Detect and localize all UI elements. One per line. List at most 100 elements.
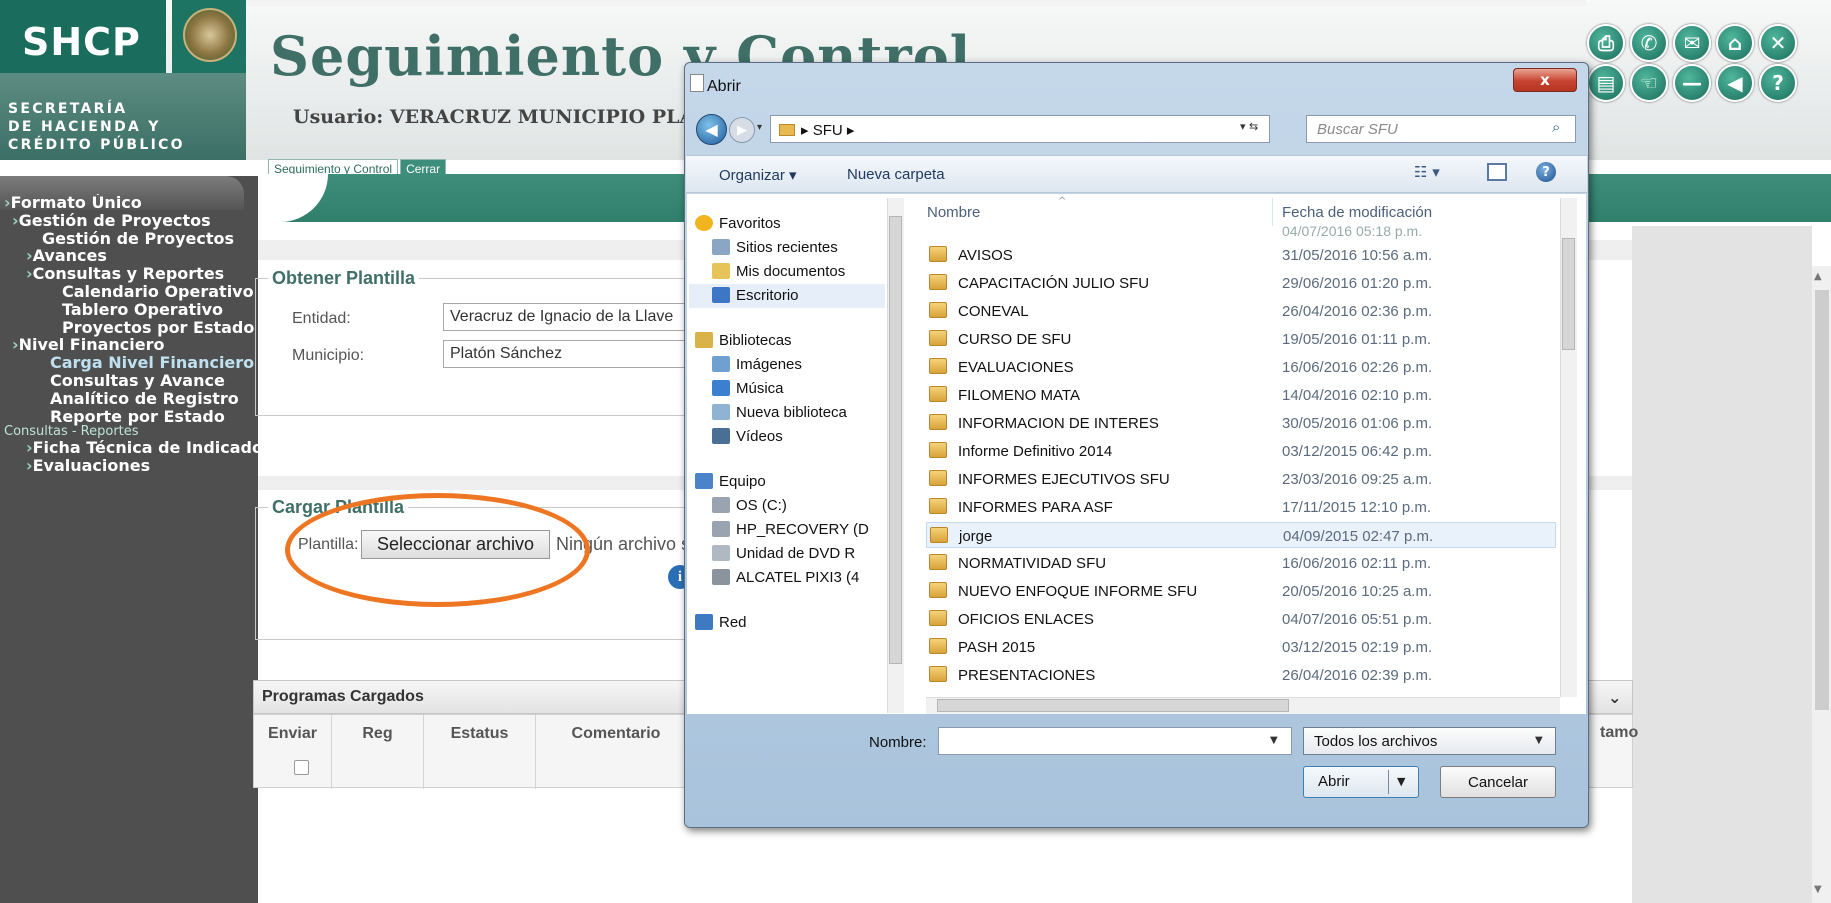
search-icon[interactable]: ⌕ (1552, 118, 1560, 136)
sidebar-item-evaluaciones[interactable]: ›Evaluaciones (4, 457, 258, 475)
sidebar-item-calendario[interactable]: Calendario Operativo (4, 283, 258, 301)
scroll-up-arrow-icon[interactable]: ▲ (1814, 271, 1822, 282)
nav-item[interactable]: Equipo (689, 470, 885, 494)
file-row[interactable]: INFORMACION DE INTERES 30/05/2016 01:06 p… (926, 410, 1556, 436)
address-dropdown-refresh-icon[interactable]: ▾ ⇆ (1240, 120, 1258, 133)
nav-item[interactable]: Bibliotecas (689, 329, 885, 353)
nav-item[interactable]: OS (C:) (689, 494, 885, 518)
filename-label: Nombre: (869, 734, 927, 751)
drive-icon (712, 521, 730, 537)
sidebar-item-avances[interactable]: ›Avances (4, 247, 258, 265)
column-date-header[interactable]: Fecha de modificación (1282, 204, 1432, 221)
nav-item[interactable]: Nueva biblioteca (689, 401, 885, 425)
col-estatus[interactable]: Estatus (424, 715, 536, 789)
mail-icon[interactable]: ✉ (1673, 24, 1711, 62)
filter-dropdown-icon[interactable]: ▼ (1535, 735, 1543, 746)
phone-icon[interactable]: ✆ (1630, 24, 1668, 62)
nav-item[interactable]: Favoritos (689, 212, 885, 236)
folder-icon (929, 554, 947, 570)
back-arrow-icon[interactable]: ◀ (696, 114, 727, 145)
nav-item[interactable]: Red (689, 611, 885, 635)
page-scrollbar-thumb[interactable] (1815, 290, 1829, 710)
minus-icon[interactable]: — (1673, 64, 1711, 102)
help-icon[interactable]: ? (1759, 64, 1797, 102)
column-name-header[interactable]: Nombre (927, 204, 980, 221)
printer-icon[interactable]: ⎙ (1587, 24, 1625, 62)
sidebar-item-tablero[interactable]: Tablero Operativo (4, 300, 258, 319)
sidebar-item-analitico[interactable]: Analítico de Registro (4, 389, 258, 408)
nav-item-label: HP_RECOVERY (D (736, 521, 869, 538)
nav-item[interactable]: Sitios recientes (689, 236, 885, 260)
nav-item[interactable]: ALCATEL PIXI3 (4 (689, 566, 885, 590)
file-row[interactable]: PASH 2015 03/12/2015 02:19 p.m. (926, 634, 1556, 660)
nav-item[interactable]: Mis documentos (689, 260, 885, 284)
forward-arrow-icon[interactable]: ▶ (729, 117, 755, 143)
file-type-select[interactable]: Todos los archivos (1303, 727, 1556, 755)
municipio-field[interactable]: Platón Sánchez (443, 340, 696, 368)
sidebar-item-consultas-avance[interactable]: Consultas y Avance (4, 372, 258, 390)
nav-item[interactable]: Vídeos (689, 425, 885, 449)
file-row[interactable]: FILOMENO MATA 14/04/2016 02:10 p.m. (926, 382, 1556, 408)
file-row[interactable]: jorge 04/09/2015 02:47 p.m. (926, 522, 1556, 548)
search-input[interactable]: Buscar SFU (1306, 115, 1576, 143)
nav-item[interactable]: Escritorio (689, 284, 885, 308)
sidebar-item-formato-unico[interactable]: ›Formato Único (4, 194, 258, 212)
nav-scrollbar-thumb[interactable] (889, 216, 902, 664)
dialog-close-button[interactable]: x (1513, 68, 1577, 92)
file-row[interactable]: INFORMES EJECUTIVOS SFU 23/03/2016 09:25 … (926, 466, 1556, 492)
home-icon[interactable]: ⌂ (1716, 24, 1754, 62)
filename-input[interactable] (938, 727, 1292, 755)
file-row[interactable]: OFICIOS ENLACES 04/07/2016 05:51 p.m. (926, 606, 1556, 632)
sidebar-item-nivel-financiero[interactable]: ›Nivel Financiero (4, 336, 258, 354)
enviar-checkbox[interactable] (294, 760, 309, 775)
entidad-field[interactable]: Veracruz de Ignacio de la Llave (443, 303, 696, 331)
chevron-down-icon[interactable]: ⌄ (1608, 688, 1621, 707)
file-row[interactable]: NUEVO ENFOQUE INFORME SFU 20/05/2016 10:2… (926, 578, 1556, 604)
sidebar-item-gestion-proyectos[interactable]: ›Gestión de Proyectos (4, 211, 258, 230)
file-date: 16/06/2016 02:11 p.m. (1282, 555, 1432, 572)
help-icon[interactable]: ? (1536, 162, 1556, 182)
sidebar-item-consultas-reportes-small[interactable]: Consultas - Reportes (4, 425, 258, 439)
back-icon[interactable]: ◀ (1716, 64, 1754, 102)
breadcrumb-sfu[interactable]: SFU (813, 122, 843, 139)
sidebar-item-ficha-tecnica[interactable]: ›Ficha Técnica de Indicadores (4, 439, 258, 457)
organize-button[interactable]: Organizar ▾ (719, 166, 797, 184)
list-scrollbar-thumb[interactable] (1562, 238, 1575, 350)
file-row[interactable]: EVALUACIONES 16/06/2016 02:26 p.m. (926, 354, 1556, 380)
col-comentario[interactable]: Comentario (536, 715, 696, 789)
col-reg[interactable]: Reg (332, 715, 424, 789)
nav-item[interactable]: Imágenes (689, 353, 885, 377)
horizontal-scrollbar-thumb[interactable] (937, 699, 1289, 712)
sidebar-item-proyectos-estado[interactable]: Proyectos por Estado (4, 318, 258, 337)
scroll-down-arrow-icon[interactable]: ▼ (1814, 884, 1822, 895)
view-options-icon[interactable]: ☷ ▾ (1414, 163, 1440, 181)
clipboard-icon[interactable]: ▤ (1587, 64, 1625, 102)
file-row[interactable]: INFORMES PARA ASF 17/11/2015 12:10 p.m. (926, 494, 1556, 520)
sidebar-item-carga-nivel[interactable]: Carga Nivel Financiero (4, 354, 258, 372)
open-options-dropdown-icon[interactable]: ▼ (1397, 775, 1405, 788)
cancel-button[interactable]: Cancelar (1440, 766, 1556, 798)
folder-icon (929, 470, 947, 486)
sidebar-item-reporte-estado[interactable]: Reporte por Estado (4, 407, 258, 426)
hand-pointer-icon[interactable]: ☜ (1630, 64, 1668, 102)
recent-dropdown-icon[interactable]: ▾ (757, 122, 762, 133)
col-enviar[interactable]: Enviar (254, 715, 332, 789)
file-row[interactable]: AVISOS 31/05/2016 10:56 a.m. (926, 242, 1556, 268)
file-name: PASH 2015 (958, 639, 1036, 656)
file-row[interactable]: NORMATIVIDAD SFU 16/06/2016 02:11 p.m. (926, 550, 1556, 576)
nav-item[interactable]: HP_RECOVERY (D (689, 518, 885, 542)
new-folder-button[interactable]: Nueva carpeta (847, 166, 945, 183)
file-row[interactable]: CONEVAL 26/04/2016 02:36 p.m. (926, 298, 1556, 324)
file-row[interactable]: CURSO DE SFU 19/05/2016 01:11 p.m. (926, 326, 1556, 352)
file-row[interactable]: Informe Definitivo 2014 03/12/2015 06:42 … (926, 438, 1556, 464)
preview-pane-icon[interactable] (1487, 163, 1507, 181)
file-row[interactable]: PRESENTACIONES 26/04/2016 02:39 p.m. (926, 662, 1556, 688)
sidebar-item-gestion-proyectos-sub[interactable]: Gestión de Proyectos (4, 229, 258, 248)
nav-item[interactable]: Música (689, 377, 885, 401)
file-row[interactable]: CAPACITACIÓN JULIO SFU 29/06/2016 01:20 p… (926, 270, 1556, 296)
nav-item[interactable]: Unidad de DVD R (689, 542, 885, 566)
sidebar-item-consultas-reportes[interactable]: ›Consultas y Reportes (4, 265, 258, 283)
address-bar[interactable]: ▸ SFU ▸ (770, 115, 1270, 143)
filename-dropdown-icon[interactable]: ▼ (1270, 735, 1278, 746)
close-icon[interactable]: ✕ (1759, 24, 1797, 62)
